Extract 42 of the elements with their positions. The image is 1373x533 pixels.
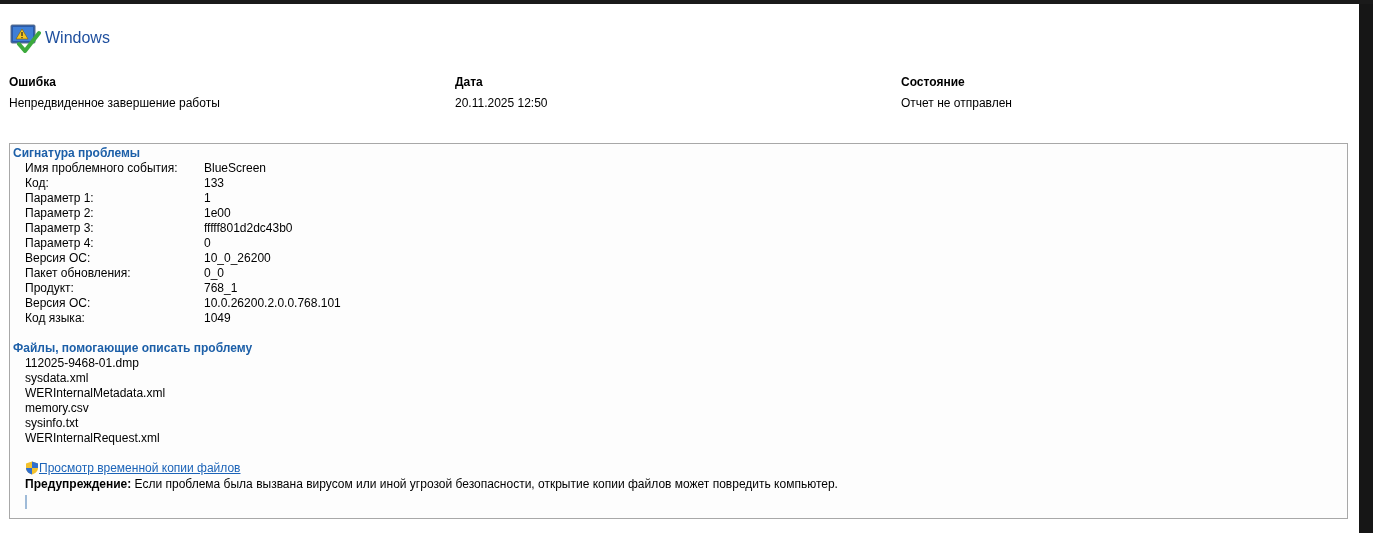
row-value: 1e00 bbox=[204, 206, 232, 221]
row-label: Продукт: bbox=[25, 281, 75, 296]
row-label: Версия ОС: bbox=[25, 296, 92, 311]
row-value: 0 bbox=[204, 236, 212, 251]
monitor-warning-icon bbox=[9, 23, 41, 53]
row-value: fffff801d2dc43b0 bbox=[204, 221, 294, 236]
file-name: sysinfo.txt bbox=[25, 416, 80, 431]
row-label: Параметр 1: bbox=[25, 191, 95, 206]
file-name: WERInternalMetadata.xml bbox=[25, 386, 167, 401]
row-label: Код: bbox=[25, 176, 50, 191]
row-value: 1049 bbox=[204, 311, 232, 326]
row-value: 0_0 bbox=[204, 266, 226, 281]
row-label: Код языка: bbox=[25, 311, 86, 326]
row-label: Параметр 2: bbox=[25, 206, 95, 221]
field-value: Непредвиденное завершение работы bbox=[9, 96, 221, 112]
row-value: 1 bbox=[204, 191, 212, 206]
row-label: Имя проблемного события: bbox=[25, 161, 179, 176]
row-label: Параметр 3: bbox=[25, 221, 95, 236]
row-label: Параметр 4: bbox=[25, 236, 95, 251]
window-title: Windows bbox=[45, 29, 110, 47]
shield-icon bbox=[25, 461, 39, 475]
section-title: Сигнатура проблемы bbox=[13, 146, 142, 161]
row-label: Пакет обновления: bbox=[25, 266, 132, 281]
row-value: BlueScreen bbox=[204, 161, 268, 176]
section-title: Файлы, помогающие описать проблему bbox=[13, 341, 254, 356]
file-name: sysdata.xml bbox=[25, 371, 90, 386]
row-value: 10_0_26200 bbox=[204, 251, 272, 266]
file-name: 112025-9468-01.dmp bbox=[25, 356, 140, 371]
field-value: 20.11.2025 12:50 bbox=[455, 96, 549, 112]
field-label: Ошибка bbox=[9, 75, 57, 91]
warning-text: Предупреждение: Если проблема была вызвана вирусом или иной угрозой безопасности, открытие копии файлов может повредить компьютер. bbox=[24, 476, 839, 492]
field-label: Состояние bbox=[901, 75, 966, 91]
row-label: Версия ОС: bbox=[25, 251, 92, 266]
row-value: 10.0.26200.2.0.0.768.101 bbox=[204, 296, 341, 311]
row-value: 768_1 bbox=[204, 281, 239, 296]
text-cursor bbox=[25, 495, 27, 509]
file-name: WERInternalRequest.xml bbox=[25, 431, 161, 446]
view-files-link[interactable]: Просмотр временной копии файлов bbox=[39, 461, 241, 475]
field-label: Дата bbox=[455, 75, 484, 91]
file-name: memory.csv bbox=[25, 401, 90, 416]
field-value: Отчет не отправлен bbox=[901, 96, 1013, 112]
row-value: 133 bbox=[204, 176, 226, 191]
